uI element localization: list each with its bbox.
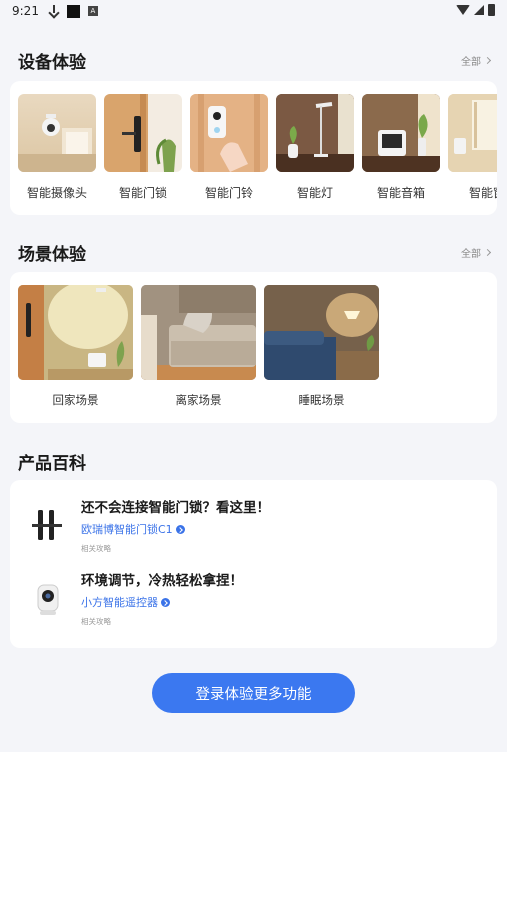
signal-icon: [474, 5, 484, 15]
home-scene-thumb: [18, 285, 133, 380]
article-link-label: 小方智能遥控器: [81, 596, 158, 609]
devices-more-link[interactable]: 全部: [461, 53, 492, 68]
device-label: 智能门铃: [204, 186, 253, 200]
download-icon: [49, 5, 59, 17]
away-scene-thumb: [141, 285, 256, 380]
article-product-link[interactable]: 小方智能遥控器: [81, 594, 170, 610]
remote-camera-icon: [30, 579, 64, 619]
window-thumb: [448, 94, 497, 172]
scenes-more-link[interactable]: 全部: [461, 245, 492, 260]
sleep-scene-thumb: [264, 285, 379, 380]
status-bar: 9:21 A: [0, 0, 507, 22]
devices-title: 设备体验: [18, 53, 86, 73]
article-meta: 相关攻略: [81, 617, 111, 626]
device-item-lamp[interactable]: 智能灯: [276, 94, 354, 201]
scenes-title: 场景体验: [18, 245, 86, 265]
devices-card: 智能摄像头 智能门锁 智能门铃 智能灯 智能音箱 智能: [10, 81, 497, 215]
wifi-icon: [456, 5, 470, 15]
device-label: 智能音箱: [376, 186, 425, 200]
scene-label: 睡眠场景: [298, 393, 345, 407]
device-item-speaker[interactable]: 智能音箱: [362, 94, 440, 201]
device-item-camera[interactable]: 智能摄像头: [18, 94, 96, 201]
scene-label: 回家场景: [52, 393, 99, 407]
scenes-more-label: 全部: [461, 249, 481, 260]
scene-list: 回家场景 离家场景 睡眠场景: [18, 285, 379, 408]
article-link-label: 欧瑞博智能门锁C1: [81, 523, 173, 536]
encyclopedia-title: 产品百科: [18, 454, 86, 474]
device-item-window[interactable]: 智能窗: [448, 94, 497, 201]
scenes-card: 回家场景 离家场景 睡眠场景: [10, 272, 497, 423]
device-label: 智能窗: [468, 186, 497, 200]
scene-item-sleep[interactable]: 睡眠场景: [264, 285, 379, 408]
encyclopedia-card: 还不会连接智能门锁？看这里！ 欧瑞博智能门锁C1 相关攻略 环境调节，冷热轻松拿…: [10, 480, 497, 648]
article-item[interactable]: 环境调节，冷热轻松拿捏！ 小方智能遥控器 相关攻略: [10, 569, 497, 635]
lamp-thumb: [276, 94, 354, 172]
device-label: 智能摄像头: [26, 186, 87, 200]
article-item[interactable]: 还不会连接智能门锁？看这里！ 欧瑞博智能门锁C1 相关攻略: [10, 496, 497, 562]
encyclopedia-header: 产品百科: [18, 449, 490, 474]
arrow-circle-icon: [175, 524, 185, 534]
article-title: 还不会连接智能门锁？看这里！: [81, 500, 270, 516]
door-lock-thumb: [104, 94, 182, 172]
a-badge-icon: A: [87, 6, 98, 16]
scene-label: 离家场景: [175, 393, 222, 407]
devices-header: 设备体验 全部: [18, 48, 492, 73]
battery-icon: [488, 4, 495, 16]
device-label: 智能门锁: [118, 186, 167, 200]
notification-square-icon: [66, 4, 80, 18]
article-title: 环境调节，冷热轻松拿捏！: [81, 573, 243, 589]
arrow-circle-icon: [161, 597, 170, 607]
device-item-door-lock[interactable]: 智能门锁: [104, 94, 182, 201]
device-label: 智能灯: [296, 186, 333, 200]
article-product-link[interactable]: 欧瑞博智能门锁C1: [81, 521, 185, 537]
devices-more-label: 全部: [461, 57, 481, 68]
speaker-thumb: [362, 94, 440, 172]
article-meta: 相关攻略: [81, 544, 111, 553]
device-list: 智能摄像头 智能门锁 智能门铃 智能灯 智能音箱 智能: [18, 94, 497, 201]
login-button[interactable]: 登录体验更多功能: [152, 673, 355, 713]
doorbell-thumb: [190, 94, 268, 172]
chevron-right-icon: [483, 56, 492, 65]
scene-item-home[interactable]: 回家场景: [18, 285, 133, 408]
chevron-right-icon: [483, 248, 492, 257]
camera-thumb: [18, 94, 96, 172]
door-lock-icon: [30, 506, 64, 546]
scenes-header: 场景体验 全部: [18, 240, 492, 265]
device-item-doorbell[interactable]: 智能门铃: [190, 94, 268, 201]
status-time: 9:21: [12, 4, 39, 18]
scene-item-away[interactable]: 离家场景: [141, 285, 256, 408]
